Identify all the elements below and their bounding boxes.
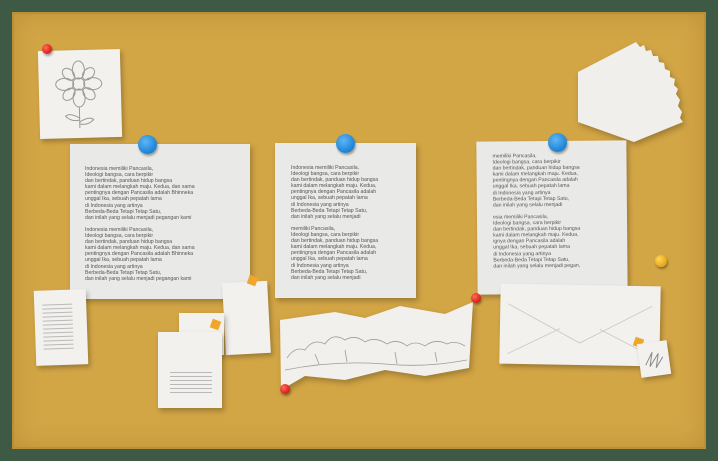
envelope-note[interactable] bbox=[499, 283, 661, 367]
landscape-sketch-icon bbox=[280, 302, 473, 390]
note-middle-text: Indonesia memiliki Pancasila, Ideologi b… bbox=[291, 165, 379, 281]
blue-pin-middle bbox=[336, 134, 355, 153]
scribble-note[interactable] bbox=[636, 340, 672, 378]
red-pin bbox=[280, 384, 290, 394]
note-left[interactable]: Indonesia memiliki Pancasila, Ideologi b… bbox=[70, 144, 250, 299]
bottom-note[interactable] bbox=[158, 332, 222, 408]
red-pin bbox=[42, 44, 52, 54]
folded-note[interactable] bbox=[222, 280, 271, 356]
note-right[interactable]: memiliki Pancasila, Ideologi bangsa, car… bbox=[476, 140, 628, 295]
note-lines bbox=[42, 303, 74, 353]
note-lines bbox=[170, 372, 212, 396]
note-left-text: Indonesia memiliki Pancasila, Ideologi b… bbox=[85, 166, 195, 282]
flower-sketch-icon bbox=[55, 60, 103, 129]
blue-pin-left bbox=[138, 135, 157, 154]
red-pin bbox=[471, 293, 481, 303]
note-right-text: memiliki Pancasila, Ideologi bangsa, car… bbox=[492, 153, 581, 270]
note-middle[interactable]: Indonesia memiliki Pancasila, Ideologi b… bbox=[275, 143, 416, 298]
flower-sketch-note[interactable] bbox=[37, 48, 123, 140]
small-note-lines[interactable] bbox=[33, 289, 89, 366]
torn-note bbox=[578, 42, 683, 142]
cork-board: Indonesia memiliki Pancasila, Ideologi b… bbox=[12, 12, 706, 449]
envelope-icon bbox=[507, 303, 653, 357]
blue-pin-right bbox=[548, 133, 567, 152]
scribble-icon bbox=[645, 351, 664, 369]
yellow-pin bbox=[655, 255, 667, 267]
